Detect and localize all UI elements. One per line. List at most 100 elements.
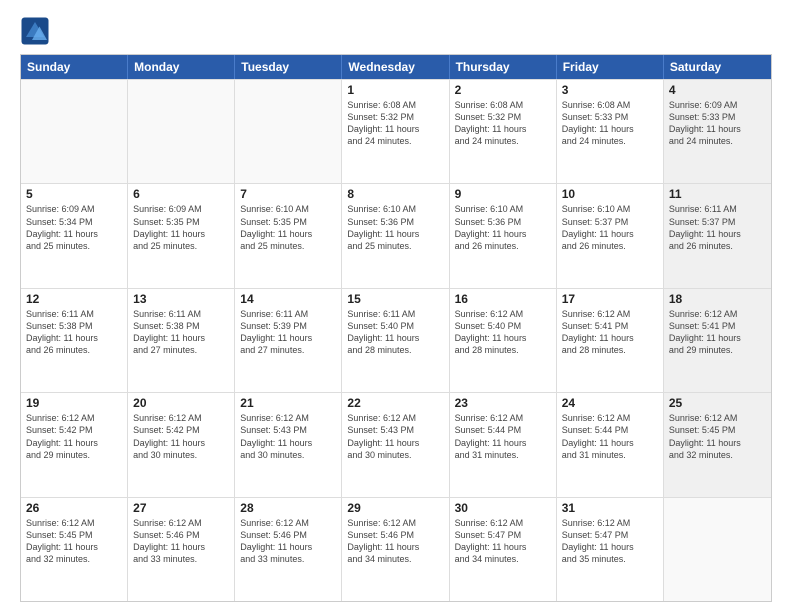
empty-cell-0-2 — [235, 80, 342, 183]
day-number: 17 — [562, 292, 658, 306]
day-info: Sunrise: 6:12 AM Sunset: 5:46 PM Dayligh… — [133, 517, 229, 566]
day-number: 29 — [347, 501, 443, 515]
day-cell-10: 10 Sunrise: 6:10 AM Sunset: 5:37 PM Dayli… — [557, 184, 664, 287]
calendar-body: 1 Sunrise: 6:08 AM Sunset: 5:32 PM Daylig… — [21, 79, 771, 601]
day-cell-28: 28 Sunrise: 6:12 AM Sunset: 5:46 PM Dayli… — [235, 498, 342, 601]
day-info: Sunrise: 6:12 AM Sunset: 5:44 PM Dayligh… — [455, 412, 551, 461]
header-cell-sunday: Sunday — [21, 55, 128, 79]
day-info: Sunrise: 6:11 AM Sunset: 5:39 PM Dayligh… — [240, 308, 336, 357]
day-number: 5 — [26, 187, 122, 201]
day-number: 21 — [240, 396, 336, 410]
day-number: 27 — [133, 501, 229, 515]
day-cell-30: 30 Sunrise: 6:12 AM Sunset: 5:47 PM Dayli… — [450, 498, 557, 601]
day-number: 31 — [562, 501, 658, 515]
day-info: Sunrise: 6:11 AM Sunset: 5:40 PM Dayligh… — [347, 308, 443, 357]
calendar: SundayMondayTuesdayWednesdayThursdayFrid… — [20, 54, 772, 602]
day-info: Sunrise: 6:10 AM Sunset: 5:37 PM Dayligh… — [562, 203, 658, 252]
day-cell-15: 15 Sunrise: 6:11 AM Sunset: 5:40 PM Dayli… — [342, 289, 449, 392]
calendar-header: SundayMondayTuesdayWednesdayThursdayFrid… — [21, 55, 771, 79]
day-cell-13: 13 Sunrise: 6:11 AM Sunset: 5:38 PM Dayli… — [128, 289, 235, 392]
day-info: Sunrise: 6:12 AM Sunset: 5:41 PM Dayligh… — [669, 308, 766, 357]
day-info: Sunrise: 6:12 AM Sunset: 5:43 PM Dayligh… — [347, 412, 443, 461]
day-cell-27: 27 Sunrise: 6:12 AM Sunset: 5:46 PM Dayli… — [128, 498, 235, 601]
header — [20, 16, 772, 46]
day-number: 20 — [133, 396, 229, 410]
day-info: Sunrise: 6:09 AM Sunset: 5:35 PM Dayligh… — [133, 203, 229, 252]
day-number: 25 — [669, 396, 766, 410]
day-number: 10 — [562, 187, 658, 201]
empty-cell-4-6 — [664, 498, 771, 601]
logo — [20, 16, 54, 46]
day-cell-8: 8 Sunrise: 6:10 AM Sunset: 5:36 PM Daylig… — [342, 184, 449, 287]
calendar-row-1: 5 Sunrise: 6:09 AM Sunset: 5:34 PM Daylig… — [21, 183, 771, 287]
logo-icon — [20, 16, 50, 46]
day-cell-1: 1Sunrise: 6:08 AM Sunset: 5:32 PM Daylig… — [342, 80, 449, 183]
day-info: Sunrise: 6:10 AM Sunset: 5:36 PM Dayligh… — [347, 203, 443, 252]
day-cell-19: 19 Sunrise: 6:12 AM Sunset: 5:42 PM Dayli… — [21, 393, 128, 496]
header-cell-saturday: Saturday — [664, 55, 771, 79]
day-number: 18 — [669, 292, 766, 306]
day-cell-5: 5 Sunrise: 6:09 AM Sunset: 5:34 PM Daylig… — [21, 184, 128, 287]
day-number: 26 — [26, 501, 122, 515]
day-info: Sunrise: 6:12 AM Sunset: 5:43 PM Dayligh… — [240, 412, 336, 461]
day-cell-25: 25 Sunrise: 6:12 AM Sunset: 5:45 PM Dayli… — [664, 393, 771, 496]
day-cell-31: 31 Sunrise: 6:12 AM Sunset: 5:47 PM Dayli… — [557, 498, 664, 601]
day-number: 2 — [455, 83, 551, 97]
day-cell-16: 16Sunrise: 6:12 AM Sunset: 5:40 PM Dayli… — [450, 289, 557, 392]
day-info: Sunrise: 6:08 AM Sunset: 5:32 PM Dayligh… — [455, 99, 551, 148]
day-cell-26: 26 Sunrise: 6:12 AM Sunset: 5:45 PM Dayli… — [21, 498, 128, 601]
day-number: 22 — [347, 396, 443, 410]
day-number: 28 — [240, 501, 336, 515]
header-cell-wednesday: Wednesday — [342, 55, 449, 79]
day-info: Sunrise: 6:12 AM Sunset: 5:40 PM Dayligh… — [455, 308, 551, 357]
day-cell-23: 23 Sunrise: 6:12 AM Sunset: 5:44 PM Dayli… — [450, 393, 557, 496]
day-info: Sunrise: 6:09 AM Sunset: 5:34 PM Dayligh… — [26, 203, 122, 252]
day-cell-14: 14 Sunrise: 6:11 AM Sunset: 5:39 PM Dayli… — [235, 289, 342, 392]
day-cell-29: 29 Sunrise: 6:12 AM Sunset: 5:46 PM Dayli… — [342, 498, 449, 601]
calendar-row-0: 1 Sunrise: 6:08 AM Sunset: 5:32 PM Daylig… — [21, 79, 771, 183]
day-number: 19 — [26, 396, 122, 410]
header-cell-tuesday: Tuesday — [235, 55, 342, 79]
header-cell-thursday: Thursday — [450, 55, 557, 79]
day-cell-20: 20 Sunrise: 6:12 AM Sunset: 5:42 PM Dayli… — [128, 393, 235, 496]
day-info: Sunrise: 6:12 AM Sunset: 5:47 PM Dayligh… — [455, 517, 551, 566]
day-info: Sunrise: 6:12 AM Sunset: 5:46 PM Dayligh… — [347, 517, 443, 566]
empty-cell-0-0 — [21, 80, 128, 183]
day-info: Sunrise: 6:10 AM Sunset: 5:36 PM Dayligh… — [455, 203, 551, 252]
day-number: 30 — [455, 501, 551, 515]
day-info: Sunrise: 6:12 AM Sunset: 5:44 PM Dayligh… — [562, 412, 658, 461]
day-info: Sunrise: 6:12 AM Sunset: 5:47 PM Dayligh… — [562, 517, 658, 566]
day-number: 3 — [562, 83, 658, 97]
empty-cell-0-1 — [128, 80, 235, 183]
calendar-row-4: 26 Sunrise: 6:12 AM Sunset: 5:45 PM Dayli… — [21, 497, 771, 601]
day-cell-11: 11Sunrise: 6:11 AM Sunset: 5:37 PM Dayli… — [664, 184, 771, 287]
day-cell-18: 18 Sunrise: 6:12 AM Sunset: 5:41 PM Dayli… — [664, 289, 771, 392]
day-cell-6: 6 Sunrise: 6:09 AM Sunset: 5:35 PM Daylig… — [128, 184, 235, 287]
day-number: 11 — [669, 187, 766, 201]
day-info: Sunrise: 6:12 AM Sunset: 5:45 PM Dayligh… — [669, 412, 766, 461]
day-number: 23 — [455, 396, 551, 410]
day-number: 1 — [347, 83, 443, 97]
day-cell-21: 21 Sunrise: 6:12 AM Sunset: 5:43 PM Dayli… — [235, 393, 342, 496]
day-info: Sunrise: 6:12 AM Sunset: 5:46 PM Dayligh… — [240, 517, 336, 566]
day-info: Sunrise: 6:08 AM Sunset: 5:33 PM Dayligh… — [562, 99, 658, 148]
day-number: 7 — [240, 187, 336, 201]
day-number: 14 — [240, 292, 336, 306]
day-number: 15 — [347, 292, 443, 306]
day-info: Sunrise: 6:09 AM Sunset: 5:33 PM Dayligh… — [669, 99, 766, 148]
day-cell-24: 24Sunrise: 6:12 AM Sunset: 5:44 PM Dayli… — [557, 393, 664, 496]
day-number: 13 — [133, 292, 229, 306]
day-number: 6 — [133, 187, 229, 201]
day-number: 9 — [455, 187, 551, 201]
page: SundayMondayTuesdayWednesdayThursdayFrid… — [0, 0, 792, 612]
day-number: 8 — [347, 187, 443, 201]
day-info: Sunrise: 6:12 AM Sunset: 5:45 PM Dayligh… — [26, 517, 122, 566]
day-info: Sunrise: 6:12 AM Sunset: 5:42 PM Dayligh… — [133, 412, 229, 461]
day-info: Sunrise: 6:12 AM Sunset: 5:41 PM Dayligh… — [562, 308, 658, 357]
day-info: Sunrise: 6:11 AM Sunset: 5:38 PM Dayligh… — [133, 308, 229, 357]
day-info: Sunrise: 6:12 AM Sunset: 5:42 PM Dayligh… — [26, 412, 122, 461]
day-number: 4 — [669, 83, 766, 97]
calendar-row-2: 12Sunrise: 6:11 AM Sunset: 5:38 PM Dayli… — [21, 288, 771, 392]
day-cell-22: 22 Sunrise: 6:12 AM Sunset: 5:43 PM Dayli… — [342, 393, 449, 496]
calendar-row-3: 19 Sunrise: 6:12 AM Sunset: 5:42 PM Dayli… — [21, 392, 771, 496]
